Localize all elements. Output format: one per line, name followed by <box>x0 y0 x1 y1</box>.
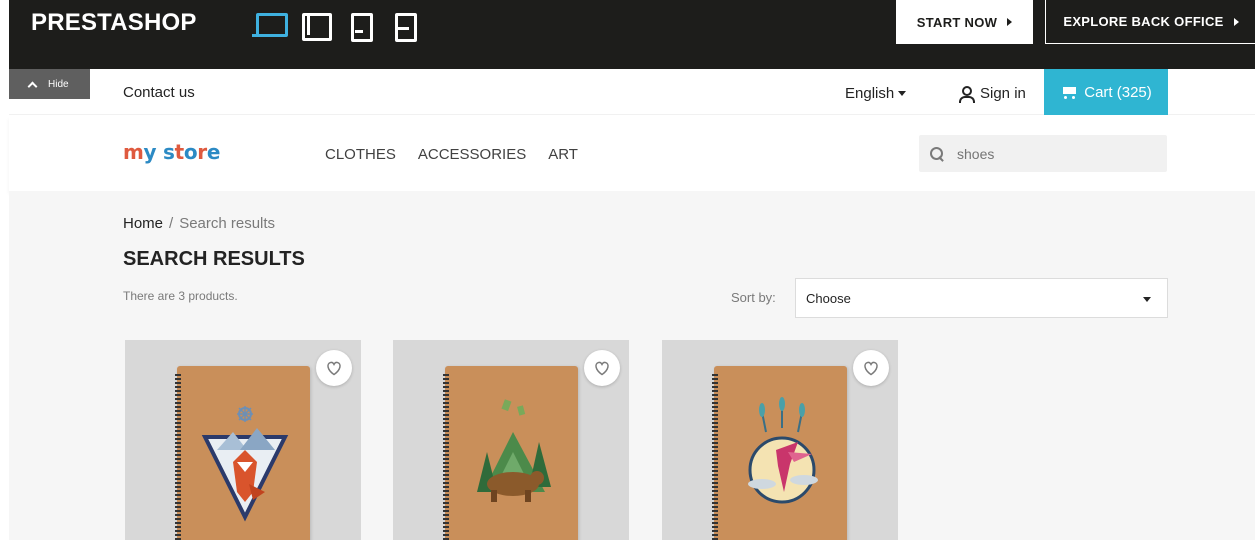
heart-icon <box>864 361 878 376</box>
language-selector[interactable]: English <box>845 85 907 102</box>
store-logo[interactable]: my store <box>123 140 220 164</box>
wishlist-button[interactable] <box>584 350 620 386</box>
hide-label: Hide <box>48 78 69 90</box>
header-main: my store CLOTHES ACCESSORIES ART <box>9 116 1255 191</box>
notebook-spiral <box>175 374 181 540</box>
product-image[interactable] <box>443 366 578 540</box>
cart-icon <box>1060 85 1078 100</box>
search-input[interactable] <box>957 145 1157 162</box>
explore-back-office-label: EXPLORE BACK OFFICE <box>1063 14 1224 29</box>
product-count: There are 3 products. <box>123 289 238 303</box>
breadcrumb-home-link[interactable]: Home <box>123 215 163 232</box>
prestashop-logo[interactable]: PRESTASHOP <box>31 9 197 37</box>
logo-letter: t <box>174 140 185 164</box>
desktop-icon[interactable] <box>252 11 288 37</box>
demo-top-bar: PRESTASHOP START NOW EXPLORE BACK OFFICE <box>9 0 1255 69</box>
hummingbird-circle-illustration <box>748 397 818 504</box>
product-card[interactable] <box>125 340 361 540</box>
user-icon <box>958 85 975 103</box>
contact-us-link[interactable]: Contact us <box>123 84 195 101</box>
cart-label: Cart (325) <box>1084 83 1152 101</box>
search-icon[interactable] <box>929 146 945 162</box>
product-image[interactable] <box>712 366 847 540</box>
logo-letter: s <box>162 140 175 164</box>
header-nav: Contact us English Sign in Cart (325) <box>9 69 1255 115</box>
sign-in-link[interactable]: Sign in <box>958 85 1026 103</box>
start-now-button[interactable]: START NOW <box>896 0 1033 44</box>
logo-letter: y <box>143 140 157 164</box>
fox-triangle-illustration <box>201 406 289 522</box>
breadcrumb-current: Search results <box>179 215 276 232</box>
logo-letter <box>156 140 163 164</box>
notebook-spiral <box>443 374 449 540</box>
language-label: English <box>845 85 895 102</box>
product-image[interactable] <box>175 366 310 540</box>
product-card[interactable] <box>393 340 629 540</box>
device-switcher <box>252 7 417 42</box>
sort-selected-value: Choose <box>806 290 851 306</box>
laptop-icon[interactable] <box>300 11 332 41</box>
search-widget <box>919 135 1167 172</box>
notebook-spiral <box>712 374 718 540</box>
caret-right-icon <box>1233 17 1239 26</box>
caret-down-icon <box>898 91 907 96</box>
tablet-icon[interactable] <box>392 11 417 42</box>
hide-demo-bar-button[interactable]: Hide <box>9 69 90 99</box>
product-card[interactable] <box>662 340 898 540</box>
logo-letter: o <box>183 140 198 164</box>
page-title: SEARCH RESULTS <box>123 248 305 270</box>
sort-select[interactable]: Choose <box>795 278 1168 318</box>
main-content: Home / Search results SEARCH RESULTS There… <box>9 191 1255 540</box>
cart-button[interactable]: Cart (325) <box>1044 69 1168 115</box>
bear-forest-illustration <box>477 399 551 502</box>
wishlist-button[interactable] <box>853 350 889 386</box>
explore-back-office-button[interactable]: EXPLORE BACK OFFICE <box>1045 0 1255 44</box>
breadcrumb: Home / Search results <box>123 215 275 232</box>
start-now-label: START NOW <box>916 14 998 30</box>
menu-item-accessories[interactable]: ACCESSORIES <box>418 146 526 163</box>
caret-right-icon <box>1007 18 1013 26</box>
wishlist-button[interactable] <box>316 350 352 386</box>
logo-letter: r <box>197 140 207 164</box>
menu-item-clothes[interactable]: CLOTHES <box>325 146 396 163</box>
heart-icon <box>327 361 341 376</box>
sign-in-label: Sign in <box>980 85 1026 102</box>
menu-item-art[interactable]: ART <box>548 146 578 163</box>
main-menu: CLOTHES ACCESSORIES ART <box>325 146 600 163</box>
caret-down-icon <box>1143 297 1151 302</box>
chevron-up-icon <box>27 81 38 91</box>
breadcrumb-separator: / <box>169 215 174 232</box>
logo-letter: m <box>123 140 144 164</box>
heart-icon <box>595 361 609 376</box>
logo-letter: e <box>206 140 221 164</box>
phone-icon[interactable] <box>348 11 373 42</box>
sort-label: Sort by: <box>731 290 776 305</box>
